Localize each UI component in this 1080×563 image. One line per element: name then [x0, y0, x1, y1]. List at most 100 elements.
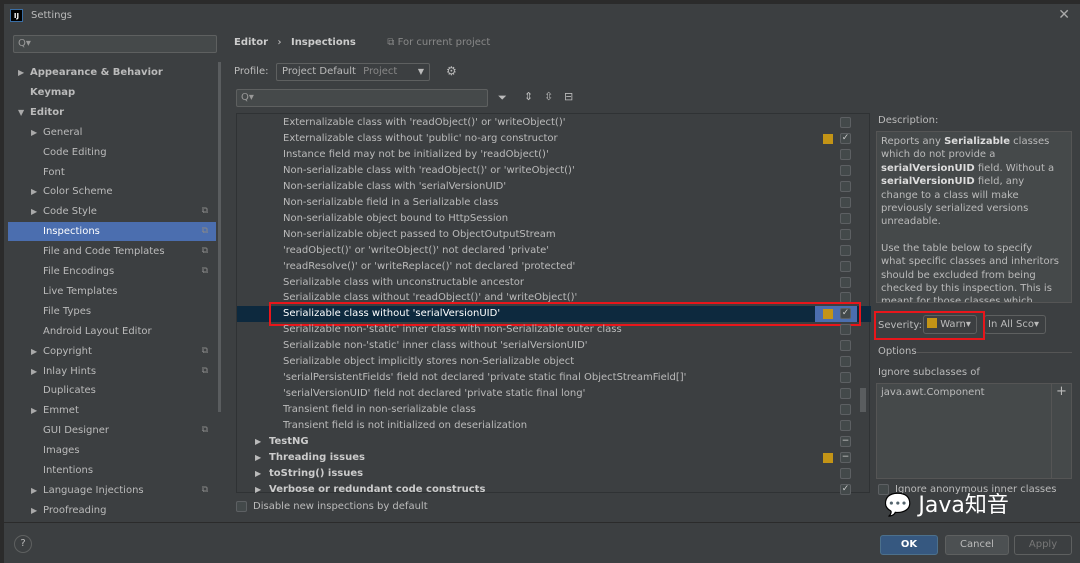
enabled-checkbox[interactable]: −: [840, 451, 851, 463]
enabled-checkbox[interactable]: [840, 228, 851, 240]
sidebar-item-proofreading[interactable]: ▶ Proofreading: [8, 501, 216, 520]
inspection-row[interactable]: Serializable non-'static' inner class wi…: [237, 322, 857, 338]
apply-button[interactable]: Apply: [1014, 535, 1072, 555]
close-icon[interactable]: ✕: [1058, 7, 1070, 23]
enabled-checkbox[interactable]: ✓: [840, 483, 851, 495]
sidebar-scrollbar[interactable]: [218, 62, 221, 412]
enabled-checkbox[interactable]: [840, 404, 851, 416]
enabled-checkbox[interactable]: −: [840, 436, 851, 447]
sidebar-item-intentions[interactable]: Intentions: [8, 461, 216, 480]
enabled-checkbox[interactable]: [840, 196, 851, 208]
inspection-row[interactable]: 'readResolve()' or 'writeReplace()' not …: [237, 259, 857, 275]
enabled-checkbox[interactable]: [840, 467, 851, 479]
sidebar-item-emmet[interactable]: ▶ Emmet: [8, 401, 216, 420]
enabled-checkbox[interactable]: [840, 372, 851, 384]
sidebar-item-appearance-behavior[interactable]: ▶ Appearance & Behavior: [8, 63, 216, 82]
sidebar-item-color-scheme[interactable]: ▶ Color Scheme: [8, 182, 216, 201]
reset-icon[interactable]: ⊟: [564, 90, 573, 103]
add-class-button[interactable]: +: [1051, 384, 1071, 478]
enabled-checkbox[interactable]: [840, 340, 851, 352]
sidebar-item-language-injections[interactable]: ▶ Language Injections ⧉: [8, 481, 216, 500]
cancel-button[interactable]: Cancel: [945, 535, 1009, 555]
inspection-group[interactable]: ▶ Verbose or redundant code constructs ✓: [237, 482, 857, 498]
sidebar-search-input[interactable]: Q▾: [13, 35, 217, 53]
class-row[interactable]: java.awt.Component: [877, 384, 1071, 401]
enabled-checkbox[interactable]: [840, 324, 851, 336]
inspection-group[interactable]: ▶ Threading issues −: [237, 450, 857, 466]
enabled-checkbox[interactable]: [840, 180, 851, 192]
chevron-right-icon[interactable]: ▶: [31, 342, 37, 361]
sidebar-item-editor[interactable]: ▼ Editor: [8, 103, 216, 122]
breadcrumb-editor[interactable]: Editor: [234, 37, 268, 48]
gear-icon[interactable]: ⚙: [446, 64, 457, 78]
inspection-group[interactable]: ▶ TestNG −: [237, 434, 857, 450]
enabled-checkbox[interactable]: [840, 276, 851, 288]
enabled-checkbox[interactable]: [840, 260, 851, 272]
enabled-checkbox[interactable]: [840, 212, 851, 224]
sidebar-item-font[interactable]: Font: [8, 163, 216, 182]
sidebar-item-live-templates[interactable]: Live Templates: [8, 282, 216, 301]
enabled-checkbox[interactable]: [840, 244, 851, 256]
inspection-row[interactable]: Non-serializable class with 'readObject(…: [237, 163, 857, 179]
expand-all-icon[interactable]: ⇕: [524, 90, 533, 103]
inspection-row[interactable]: Non-serializable object bound to HttpSes…: [237, 211, 857, 227]
inspection-row[interactable]: Transient field is not initialized on de…: [237, 418, 857, 434]
sidebar-item-file-encodings[interactable]: File Encodings ⧉: [8, 262, 216, 281]
chevron-right-icon[interactable]: ▶: [18, 63, 24, 82]
sidebar-item-file-types[interactable]: File Types: [8, 302, 216, 321]
chevron-right-icon[interactable]: ▶: [31, 182, 37, 201]
inspection-row[interactable]: Externalizable class without 'public' no…: [237, 131, 857, 147]
sidebar-item-file-and-code-templates[interactable]: File and Code Templates ⧉: [8, 242, 216, 261]
chevron-right-icon[interactable]: ▶: [31, 401, 37, 420]
chevron-right-icon[interactable]: ▶: [255, 466, 261, 482]
inspection-group[interactable]: ▶ toString() issues: [237, 466, 857, 482]
enabled-checkbox[interactable]: [840, 148, 851, 160]
inspection-row[interactable]: Non-serializable object passed to Object…: [237, 227, 857, 243]
inspection-row[interactable]: Non-serializable class with 'serialVersi…: [237, 179, 857, 195]
chevron-down-icon[interactable]: ▼: [18, 103, 24, 122]
chevron-right-icon[interactable]: ▶: [255, 482, 261, 498]
enabled-checkbox[interactable]: ✓: [840, 132, 851, 144]
inspection-row[interactable]: Transient field in non-serializable clas…: [237, 402, 857, 418]
inspection-row[interactable]: 'serialPersistentFields' field not decla…: [237, 370, 857, 386]
sidebar-item-general[interactable]: ▶ General: [8, 123, 216, 142]
chevron-right-icon[interactable]: ▶: [31, 501, 37, 520]
sidebar-item-inlay-hints[interactable]: ▶ Inlay Hints ⧉: [8, 362, 216, 381]
filter-icon[interactable]: ⏷: [498, 91, 507, 105]
enabled-checkbox[interactable]: [840, 356, 851, 368]
help-button[interactable]: ?: [14, 535, 32, 553]
collapse-all-icon[interactable]: ⇳: [544, 90, 553, 103]
inspection-row[interactable]: Non-serializable field in a Serializable…: [237, 195, 857, 211]
inspection-row[interactable]: 'readObject()' or 'writeObject()' not de…: [237, 243, 857, 259]
profile-dropdown[interactable]: Project Default Project ▼: [276, 63, 430, 81]
sidebar-item-keymap[interactable]: Keymap: [8, 83, 216, 102]
inspection-row[interactable]: 'serialVersionUID' field not declared 'p…: [237, 386, 857, 402]
inspection-row[interactable]: Instance field may not be initialized by…: [237, 147, 857, 163]
chevron-right-icon[interactable]: ▶: [31, 481, 37, 500]
inspection-row[interactable]: Serializable object implicitly stores no…: [237, 354, 857, 370]
chevron-right-icon[interactable]: ▶: [31, 362, 37, 381]
inspection-row[interactable]: Serializable class with unconstructable …: [237, 275, 857, 291]
list-scrollbar[interactable]: [860, 388, 866, 412]
sidebar-item-images[interactable]: Images: [8, 441, 216, 460]
chevron-right-icon[interactable]: ▶: [31, 123, 37, 142]
sidebar-item-code-style[interactable]: ▶ Code Style ⧉: [8, 202, 216, 221]
checkbox[interactable]: [236, 501, 247, 512]
chevron-right-icon[interactable]: ▶: [255, 434, 261, 450]
sidebar-item-inspections[interactable]: Inspections ⧉: [8, 222, 216, 242]
sidebar-item-copyright[interactable]: ▶ Copyright ⧉: [8, 342, 216, 361]
enabled-checkbox[interactable]: [840, 117, 851, 128]
enabled-checkbox[interactable]: [840, 388, 851, 400]
enabled-checkbox[interactable]: [840, 420, 851, 432]
inspection-row[interactable]: Serializable non-'static' inner class wi…: [237, 338, 857, 354]
sidebar-item-gui-designer[interactable]: GUI Designer ⧉: [8, 421, 216, 440]
chevron-right-icon[interactable]: ▶: [255, 450, 261, 466]
sidebar-item-code-editing[interactable]: Code Editing: [8, 143, 216, 162]
chevron-right-icon[interactable]: ▶: [31, 202, 37, 221]
inspection-search-input[interactable]: Q▾: [236, 89, 488, 107]
sidebar-item-android-layout-editor[interactable]: Android Layout Editor: [8, 322, 216, 341]
ok-button[interactable]: OK: [880, 535, 938, 555]
enabled-checkbox[interactable]: [840, 164, 851, 176]
inspection-row[interactable]: Externalizable class with 'readObject()'…: [237, 115, 857, 131]
disable-new-checkbox[interactable]: Disable new inspections by default: [236, 501, 428, 512]
